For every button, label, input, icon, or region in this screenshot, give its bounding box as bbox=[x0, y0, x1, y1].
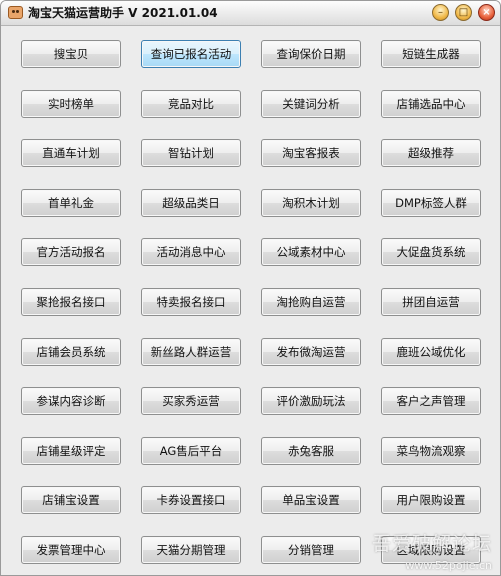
function-button[interactable]: 区域限购设置 bbox=[381, 536, 481, 564]
function-button[interactable]: 大促盘货系统 bbox=[381, 238, 481, 266]
app-window: 淘宝天猫运营助手 V 2021.01.04 – □ × 搜宝贝 查询已报名活动 查询… bbox=[0, 0, 501, 576]
function-button[interactable]: 店铺宝设置 bbox=[21, 486, 121, 514]
function-button[interactable]: 搜宝贝 bbox=[21, 40, 121, 68]
function-button[interactable]: 客户之声管理 bbox=[381, 387, 481, 415]
function-button[interactable]: 参谋内容诊断 bbox=[21, 387, 121, 415]
function-button[interactable]: 发票管理中心 bbox=[21, 536, 121, 564]
function-button[interactable]: 发布微淘运营 bbox=[261, 338, 361, 366]
function-button[interactable]: 淘宝客报表 bbox=[261, 139, 361, 167]
function-button[interactable]: 超级推荐 bbox=[381, 139, 481, 167]
function-button[interactable]: 短链生成器 bbox=[381, 40, 481, 68]
function-button[interactable]: 查询保价日期 bbox=[261, 40, 361, 68]
function-button[interactable]: 买家秀运营 bbox=[141, 387, 241, 415]
function-button[interactable]: 智钻计划 bbox=[141, 139, 241, 167]
function-button[interactable]: 赤兔客服 bbox=[261, 437, 361, 465]
function-button[interactable]: DMP标签人群 bbox=[381, 189, 481, 217]
function-button[interactable]: 活动消息中心 bbox=[141, 238, 241, 266]
function-button[interactable]: 菜鸟物流观察 bbox=[381, 437, 481, 465]
function-button[interactable]: 单品宝设置 bbox=[261, 486, 361, 514]
function-button[interactable]: 聚抢报名接口 bbox=[21, 288, 121, 316]
function-button[interactable]: 淘抢购自运营 bbox=[261, 288, 361, 316]
function-button[interactable]: 分销管理 bbox=[261, 536, 361, 564]
function-button[interactable]: 新丝路人群运营 bbox=[141, 338, 241, 366]
function-button[interactable]: 实时榜单 bbox=[21, 90, 121, 118]
function-button[interactable]: 直通车计划 bbox=[21, 139, 121, 167]
function-button[interactable]: 首单礼金 bbox=[21, 189, 121, 217]
function-button[interactable]: 特卖报名接口 bbox=[141, 288, 241, 316]
function-button[interactable]: AG售后平台 bbox=[141, 437, 241, 465]
function-button[interactable]: 关键词分析 bbox=[261, 90, 361, 118]
function-button[interactable]: 天猫分期管理 bbox=[141, 536, 241, 564]
function-button[interactable]: 拼团自运营 bbox=[381, 288, 481, 316]
function-button[interactable]: 超级品类日 bbox=[141, 189, 241, 217]
function-button[interactable]: 用户限购设置 bbox=[381, 486, 481, 514]
function-button[interactable]: 店铺选品中心 bbox=[381, 90, 481, 118]
function-button[interactable]: 卡券设置接口 bbox=[141, 486, 241, 514]
function-button[interactable]: 竞品对比 bbox=[141, 90, 241, 118]
function-button[interactable]: 鹿班公域优化 bbox=[381, 338, 481, 366]
function-button-grid: 搜宝贝 查询已报名活动 查询保价日期 短链生成器实时榜单 竞品对比 关键词分析 店铺选品中心… bbox=[1, 1, 500, 575]
function-button[interactable]: 店铺会员系统 bbox=[21, 338, 121, 366]
function-button[interactable]: 公域素材中心 bbox=[261, 238, 361, 266]
function-button[interactable]: 官方活动报名 bbox=[21, 238, 121, 266]
function-button[interactable]: 查询已报名活动 bbox=[141, 40, 241, 68]
function-button[interactable]: 淘积木计划 bbox=[261, 189, 361, 217]
function-button[interactable]: 店铺星级评定 bbox=[21, 437, 121, 465]
function-button[interactable]: 评价激励玩法 bbox=[261, 387, 361, 415]
